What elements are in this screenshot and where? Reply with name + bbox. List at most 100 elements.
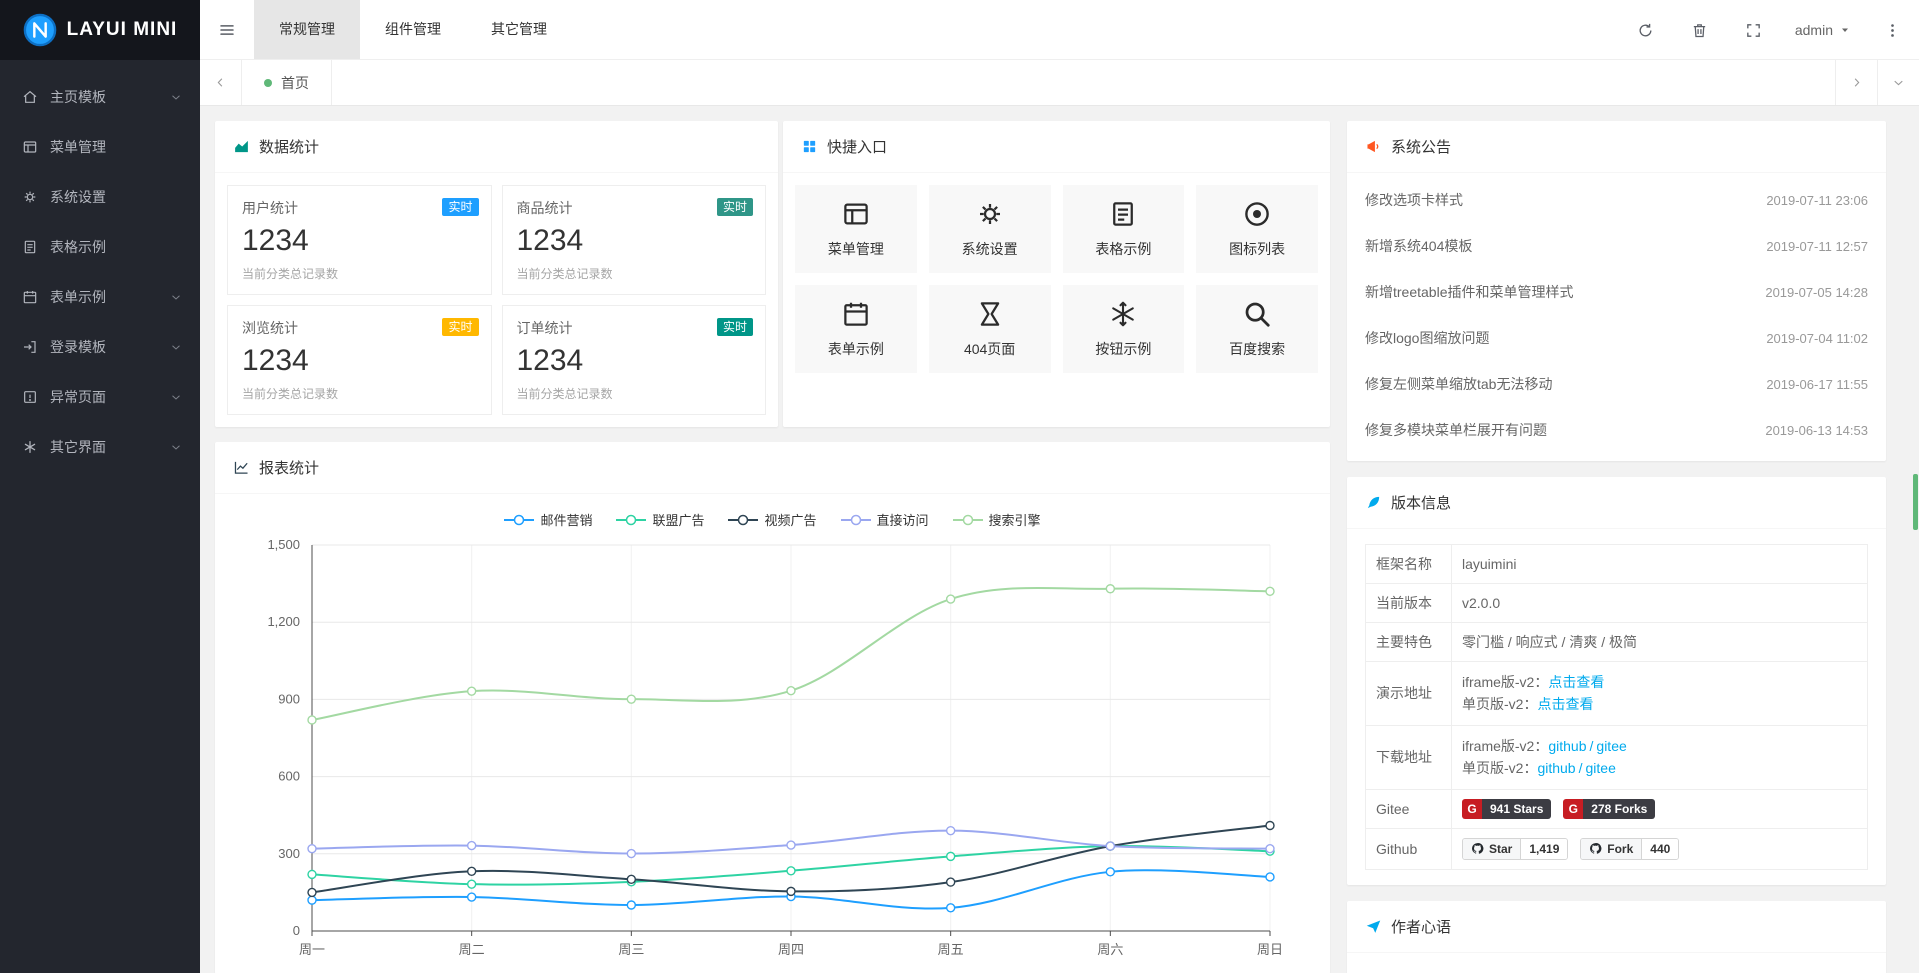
shortcut-form-example[interactable]: 表单示例: [795, 285, 917, 373]
demo-single-link[interactable]: 点击查看: [1537, 696, 1593, 712]
report-line-chart: 03006009001,2001,500周一周二周三周四周五周六周日: [230, 533, 1315, 971]
scrollbar-thumb[interactable]: [1913, 474, 1918, 530]
stat-box-users: 用户统计 实时 1234 当前分类总记录数: [227, 185, 492, 295]
version-row-value: Star 1,419 Fork 440: [1452, 828, 1868, 869]
shortcut-menu-manage[interactable]: 菜单管理: [795, 185, 917, 273]
announcement-item[interactable]: 修改选项卡样式 2019-07-11 23:06: [1365, 177, 1868, 223]
announcement-item[interactable]: 修复左侧菜单缩放tab无法移动 2019-06-17 11:55: [1365, 361, 1868, 407]
demo-iframe-link[interactable]: 点击查看: [1548, 674, 1604, 690]
line-chart-icon: [233, 459, 250, 476]
sidebar-item-home-template[interactable]: 主页模板: [0, 72, 200, 122]
shortcut-button-example[interactable]: 按钮示例: [1063, 285, 1185, 373]
shortcut-404-page[interactable]: 404页面: [929, 285, 1051, 373]
chevron-down-icon: [170, 291, 182, 303]
topnav-tab-other[interactable]: 其它管理: [466, 0, 572, 59]
sidebar-item-form-example[interactable]: 表单示例: [0, 272, 200, 322]
fullscreen-button[interactable]: [1727, 0, 1781, 60]
svg-text:周五: 周五: [938, 942, 964, 957]
sidebar-item-other-ui[interactable]: 其它界面: [0, 422, 200, 472]
card-title: 版本信息: [1391, 492, 1451, 513]
tab-active-dot: [264, 79, 272, 87]
card-report-chart: 报表统计 邮件营销联盟广告视频广告直接访问搜索引擎 03006009001,20…: [215, 442, 1330, 973]
status-badge: 实时: [442, 318, 478, 336]
legend-label: 视频广告: [764, 510, 816, 529]
card-version-info: 版本信息 框架名称 layuimini 当前版本 v2.0.0 主要特色 零门槛…: [1347, 477, 1886, 885]
menu-fold-icon: [218, 21, 236, 39]
shortcut-baidu-search[interactable]: 百度搜索: [1196, 285, 1318, 373]
announcement-item[interactable]: 新增系统404模板 2019-07-11 12:57: [1365, 223, 1868, 269]
tab-scroll-right-button[interactable]: [1835, 60, 1877, 105]
card-header: 作者心语: [1347, 901, 1886, 953]
github-star-badge[interactable]: Star 1,419: [1462, 838, 1568, 860]
legend-label: 邮件营销: [540, 510, 592, 529]
link-separator: /: [1590, 738, 1594, 754]
svg-text:周日: 周日: [1257, 942, 1283, 957]
legend-marker: [728, 514, 758, 526]
download-prefix: 单页版-v2：: [1462, 760, 1537, 776]
download-iframe-gitee-link[interactable]: gitee: [1596, 738, 1626, 754]
stat-label: 用户统计: [242, 198, 477, 218]
tab-home[interactable]: 首页: [242, 60, 332, 105]
refresh-button[interactable]: [1619, 0, 1673, 60]
announcement-time: 2019-07-04 11:02: [1766, 331, 1868, 346]
download-single-gitee-link[interactable]: gitee: [1586, 760, 1616, 776]
download-single-github-link[interactable]: github: [1537, 760, 1575, 776]
announcement-text: 新增系统404模板: [1365, 236, 1472, 256]
svg-text:周三: 周三: [618, 942, 644, 957]
hourglass-icon: [975, 299, 1005, 329]
badge-text: 278 Forks: [1583, 799, 1655, 819]
tab-options-button[interactable]: [1877, 60, 1919, 105]
version-table: 框架名称 layuimini 当前版本 v2.0.0 主要特色 零门槛 / 响应…: [1365, 544, 1868, 870]
login-icon: [22, 339, 38, 355]
svg-text:1,200: 1,200: [267, 614, 300, 629]
legend-item-视频广告[interactable]: 视频广告: [728, 510, 816, 529]
announcement-item[interactable]: 修复多模块菜单栏展开有问题 2019-06-13 14:53: [1365, 407, 1868, 453]
card-header: 快捷入口: [783, 121, 1330, 173]
announcement-item[interactable]: 新增treetable插件和菜单管理样式 2019-07-05 14:28: [1365, 269, 1868, 315]
shortcut-label: 菜单管理: [828, 239, 884, 259]
user-dropdown[interactable]: admin: [1781, 0, 1865, 59]
stat-value: 1234: [242, 224, 477, 258]
sidebar-item-system-settings[interactable]: 系统设置: [0, 172, 200, 222]
chevron-right-icon: [1850, 76, 1863, 89]
card-header: 报表统计: [215, 442, 1330, 494]
window-icon: [22, 139, 38, 155]
sidebar-item-login-template[interactable]: 登录模板: [0, 322, 200, 372]
chart-body: 邮件营销联盟广告视频广告直接访问搜索引擎 03006009001,2001,50…: [215, 494, 1330, 973]
shortcut-table-example[interactable]: 表格示例: [1063, 185, 1185, 273]
download-iframe-github-link[interactable]: github: [1548, 738, 1586, 754]
version-row-value: G 941 Stars G 278 Forks: [1452, 789, 1868, 828]
logo[interactable]: LAYUI MINI: [0, 0, 200, 60]
header: LAYUI MINI 常规管理 组件管理 其它管理 admin: [0, 0, 1919, 60]
chevron-down-icon: [1892, 76, 1905, 89]
topnav-tab-components[interactable]: 组件管理: [360, 0, 466, 59]
legend-item-联盟广告[interactable]: 联盟广告: [616, 510, 704, 529]
topnav-tab-general[interactable]: 常规管理: [254, 0, 360, 59]
badge-text: Fork: [1607, 842, 1633, 856]
shortcut-system-settings[interactable]: 系统设置: [929, 185, 1051, 273]
sidebar-item-error-page[interactable]: 异常页面: [0, 372, 200, 422]
sidebar-item-label: 主页模板: [50, 87, 170, 107]
gitee-forks-badge[interactable]: G 278 Forks: [1563, 799, 1655, 819]
legend-marker: [616, 514, 646, 526]
announcement-text: 修复左侧菜单缩放tab无法移动: [1365, 374, 1552, 394]
sidebar-item-menu-manage[interactable]: 菜单管理: [0, 122, 200, 172]
announcement-text: 新增treetable插件和菜单管理样式: [1365, 282, 1573, 302]
announcement-text: 修改logo图缩放问题: [1365, 328, 1489, 348]
gitee-stars-badge[interactable]: G 941 Stars: [1462, 799, 1551, 819]
svg-text:900: 900: [278, 691, 300, 706]
legend-item-直接访问[interactable]: 直接访问: [841, 510, 929, 529]
svg-text:600: 600: [278, 769, 300, 784]
legend-item-邮件营销[interactable]: 邮件营销: [504, 510, 592, 529]
sidebar-item-table-example[interactable]: 表格示例: [0, 222, 200, 272]
card-header: 系统公告: [1347, 121, 1886, 173]
sidebar-toggle-button[interactable]: [200, 0, 254, 60]
clear-cache-button[interactable]: [1673, 0, 1727, 60]
github-icon: [1471, 842, 1484, 855]
legend-item-搜索引擎[interactable]: 搜索引擎: [953, 510, 1041, 529]
more-menu-button[interactable]: [1865, 0, 1919, 60]
shortcut-icon-list[interactable]: 图标列表: [1196, 185, 1318, 273]
announcement-item[interactable]: 修改logo图缩放问题 2019-07-04 11:02: [1365, 315, 1868, 361]
tab-scroll-left-button[interactable]: [200, 60, 242, 105]
github-fork-badge[interactable]: Fork 440: [1580, 838, 1679, 860]
